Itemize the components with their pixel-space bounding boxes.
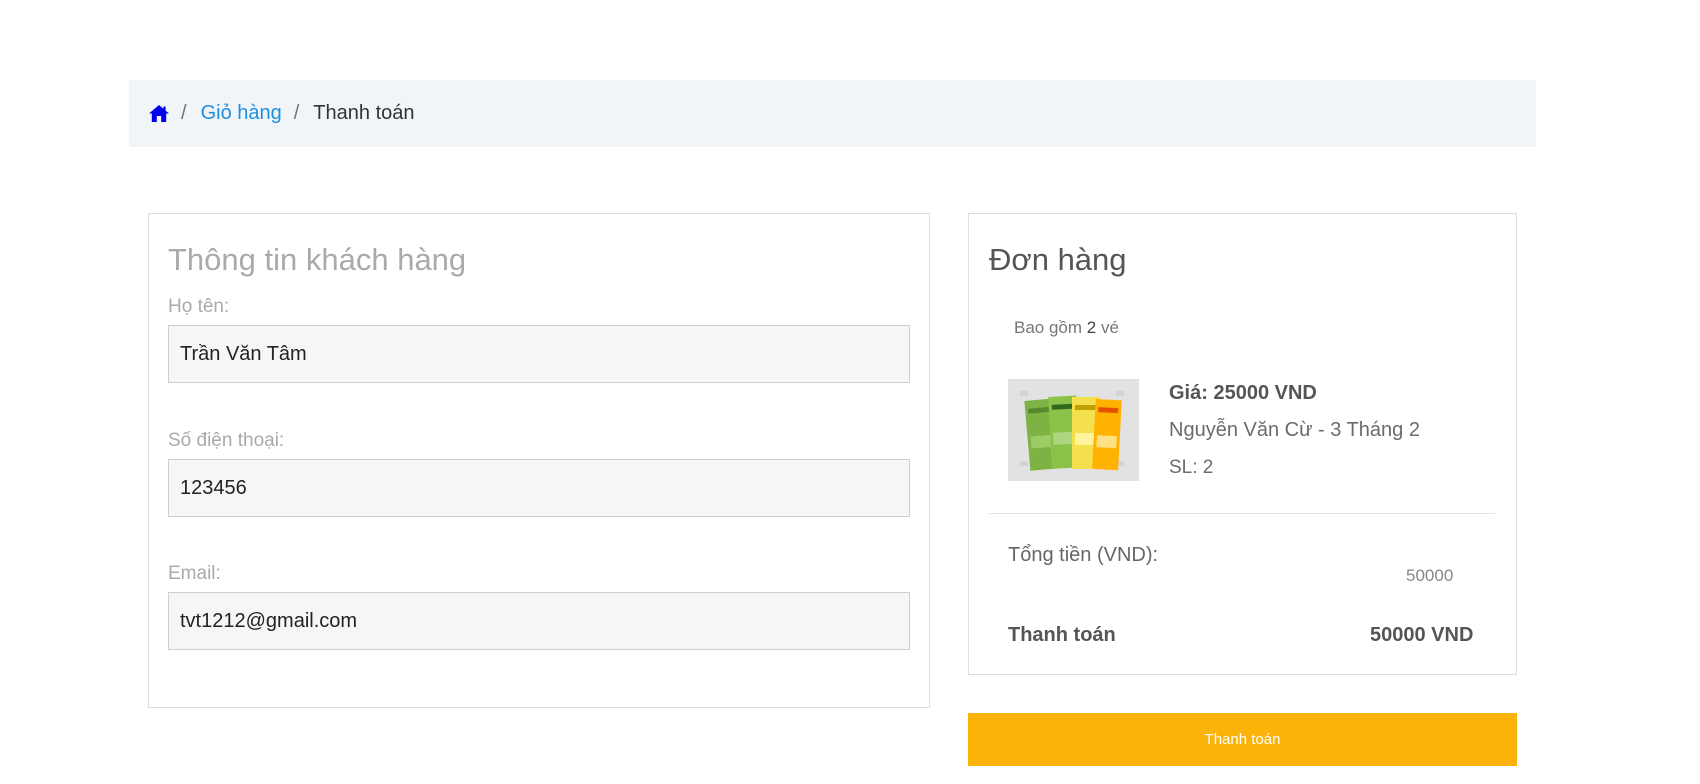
payment-label: Thanh toán	[1008, 624, 1116, 646]
email-label: Email:	[168, 563, 221, 584]
breadcrumb-home-link[interactable]	[149, 105, 169, 122]
breadcrumb-separator: /	[181, 102, 187, 124]
phone-field[interactable]	[168, 459, 910, 517]
total-label: Tổng tiền (VND):	[1008, 544, 1159, 566]
divider	[989, 513, 1495, 514]
order-count-value: 2	[1086, 318, 1097, 337]
checkout-button[interactable]: Thanh toán	[968, 713, 1517, 766]
product-quantity: SL: 2	[1169, 457, 1214, 478]
breadcrumb-cart-link[interactable]: Giỏ hàng	[201, 102, 282, 125]
customer-info-title: Thông tin khách hàng	[168, 242, 467, 277]
order-title: Đơn hàng	[989, 242, 1127, 277]
name-label: Họ tên:	[168, 296, 230, 317]
order-count: Bao gồm 2 vé	[1014, 318, 1119, 338]
order-count-prefix: Bao gồm	[1014, 318, 1083, 337]
breadcrumb: / Giỏ hàng / Thanh toán	[129, 80, 1536, 147]
order-summary-card: Đơn hàng Bao gồm 2 vé Giá: 25000 VND Ngu…	[968, 213, 1517, 675]
breadcrumb-current: Thanh toán	[313, 102, 415, 124]
home-icon[interactable]	[149, 105, 169, 122]
payment-amount: 50000 VND	[1370, 624, 1474, 646]
phone-label: Số điện thoại:	[168, 430, 285, 451]
email-field[interactable]	[168, 592, 910, 650]
product-image	[1008, 379, 1139, 481]
customer-info-card: Thông tin khách hàng Họ tên: Số điện tho…	[148, 213, 930, 708]
product-name: Nguyễn Văn Cừ - 3 Tháng 2	[1169, 419, 1420, 441]
name-field[interactable]	[168, 325, 910, 383]
breadcrumb-separator: /	[293, 102, 300, 124]
product-price: Giá: 25000 VND	[1169, 382, 1317, 404]
order-count-suffix: vé	[1100, 318, 1119, 337]
total-value: 50000	[1406, 566, 1454, 585]
